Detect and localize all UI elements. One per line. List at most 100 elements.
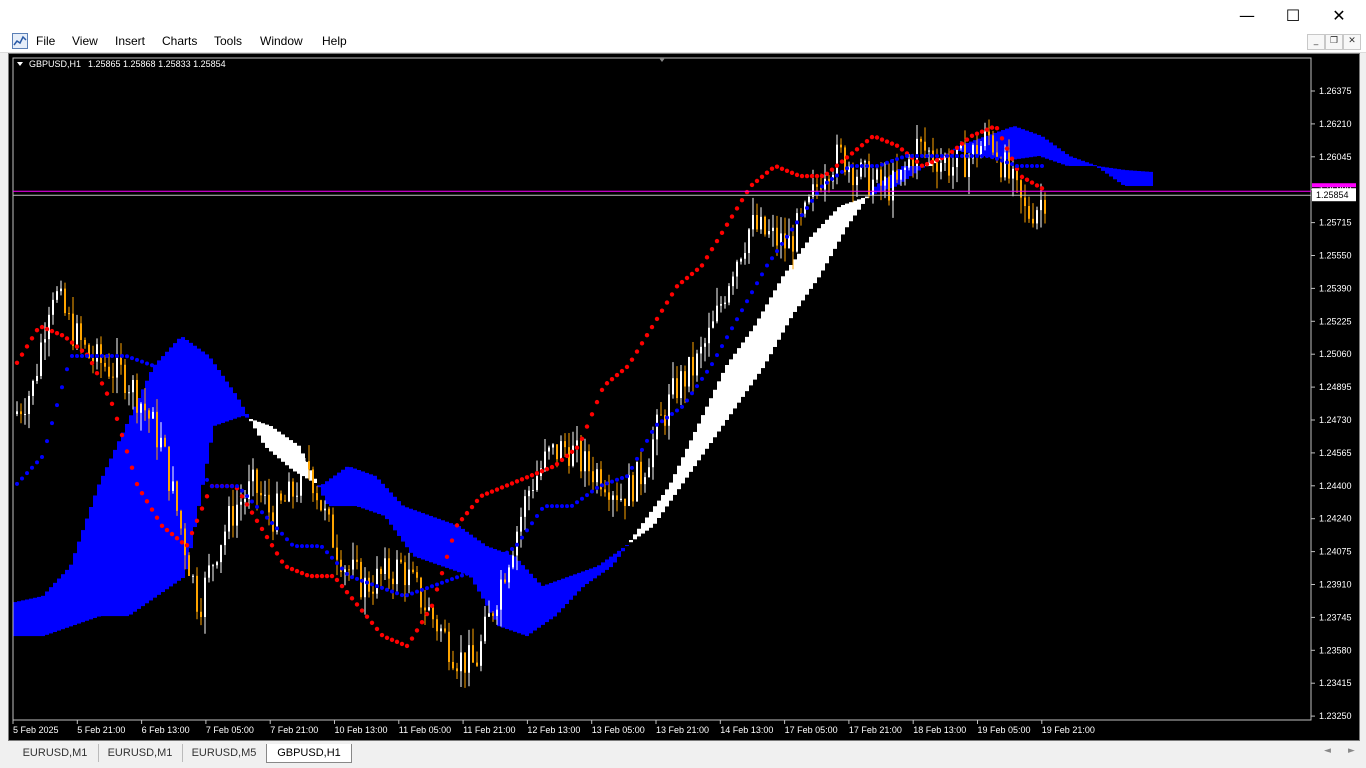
mdi-minimize-icon[interactable]: _ [1307,34,1325,50]
cloud-segment [521,565,525,635]
tenkan-dot [169,531,175,537]
tenkan-dot [949,149,955,155]
menu-charts[interactable]: Charts [162,33,197,49]
chart-window[interactable]: 1.263751.262101.260451.258801.257151.255… [8,53,1360,741]
tenkan-dot [804,173,810,179]
cloud-segment [1013,126,1017,160]
cloud-segment [753,325,757,380]
tab-gbpusd-h1[interactable]: GBPUSD,H1 [266,744,352,763]
cloud-segment [193,345,197,528]
app-chart-icon[interactable] [12,33,28,49]
tenkan-dot [319,573,325,579]
cloud-segment [865,196,869,199]
tenkan-dot [614,372,620,378]
candle-body [376,568,378,594]
menu-view[interactable]: View [72,33,98,49]
tenkan-dot [894,143,900,148]
cloud-segment [373,475,377,513]
tab-eurusd-m5[interactable]: EURUSD,M5 [182,744,267,762]
mdi-close-icon[interactable]: ✕ [1343,34,1361,50]
cloud-segment [757,318,761,374]
kijun-dot [235,484,239,489]
kijun-dot [275,526,279,531]
minimize-icon[interactable]: — [1224,0,1270,30]
candle-body [356,559,358,562]
cloud-segment [477,540,481,592]
cloud-segment [57,578,61,631]
tenkan-dot [784,168,790,174]
kijun-dot [880,162,884,167]
kijun-dot [435,582,439,587]
cloud-segment [649,511,653,528]
tenkan-dot [929,159,935,165]
kijun-dot [950,154,954,159]
candle-body [132,379,134,393]
tab-scroll-left-icon[interactable]: ◄ [1324,746,1331,756]
tenkan-dot [19,352,25,357]
maximize-icon[interactable]: ☐ [1270,0,1316,30]
cloud-segment [781,276,785,333]
tenkan-dot [189,530,195,536]
candle-body [404,562,406,586]
candle-body [592,471,594,483]
tab-scroll-right-icon[interactable]: ► [1348,746,1355,756]
kijun-dot [825,180,829,185]
tenkan-dot [779,166,785,171]
candle-body [392,578,394,585]
tab-eurusd-m1-a[interactable]: EURUSD,M1 [12,744,99,762]
menu-insert[interactable]: Insert [115,33,145,49]
candle-body [744,253,746,259]
cloud-segment [361,471,365,509]
kijun-dot [610,479,614,484]
mdi-restore-icon[interactable]: ❐ [1325,34,1343,50]
y-tick-label: 1.25550 [1319,251,1352,261]
tenkan-dot [429,603,435,608]
tenkan-dot [379,632,385,638]
kijun-dot [855,164,859,169]
kijun-dot [150,363,154,368]
tenkan-dot [559,457,565,463]
candle-body [748,229,750,254]
tenkan-dot [529,473,535,478]
menu-tools[interactable]: Tools [214,33,242,49]
kijun-dot [955,154,959,159]
cloud-segment [269,426,273,452]
candle-body [252,469,254,482]
menu-file[interactable]: File [36,33,55,49]
tab-eurusd-m1-b[interactable]: EURUSD,M1 [98,744,183,762]
tenkan-dot [819,173,825,179]
kijun-dot [970,154,974,159]
tenkan-dot [729,214,735,219]
cloud-segment [285,437,289,466]
close-icon[interactable]: ✕ [1316,0,1362,30]
candle-body [988,131,990,136]
menu-help[interactable]: Help [322,33,347,49]
cloud-segment [349,467,353,507]
cloud-segment [1069,156,1073,167]
cloud-segment [685,448,689,478]
menu-window[interactable]: Window [260,33,303,49]
kijun-dot [515,542,519,547]
cloud-segment [277,431,281,459]
kijun-dot [285,537,289,542]
tenkan-dot [249,510,255,515]
price-chart[interactable]: 1.263751.262101.260451.258801.257151.255… [9,54,1359,740]
cloud-segment [189,342,193,549]
cloud-segment [33,597,37,637]
kijun-dot [500,554,504,559]
candle-body [348,569,350,571]
kijun-dot [430,584,434,589]
candle-body [204,577,206,618]
kijun-dot [790,227,794,232]
candle-body [496,609,498,616]
candle-body [256,469,258,493]
candle-body [688,356,690,387]
kijun-dot [550,504,554,509]
cloud-segment [157,360,161,595]
tenkan-dot [549,464,555,470]
candle-body [428,607,430,611]
tenkan-dot [604,381,610,386]
x-tick-label: 19 Feb 05:00 [978,725,1031,735]
tenkan-dot [149,507,155,512]
kijun-dot [360,578,364,583]
